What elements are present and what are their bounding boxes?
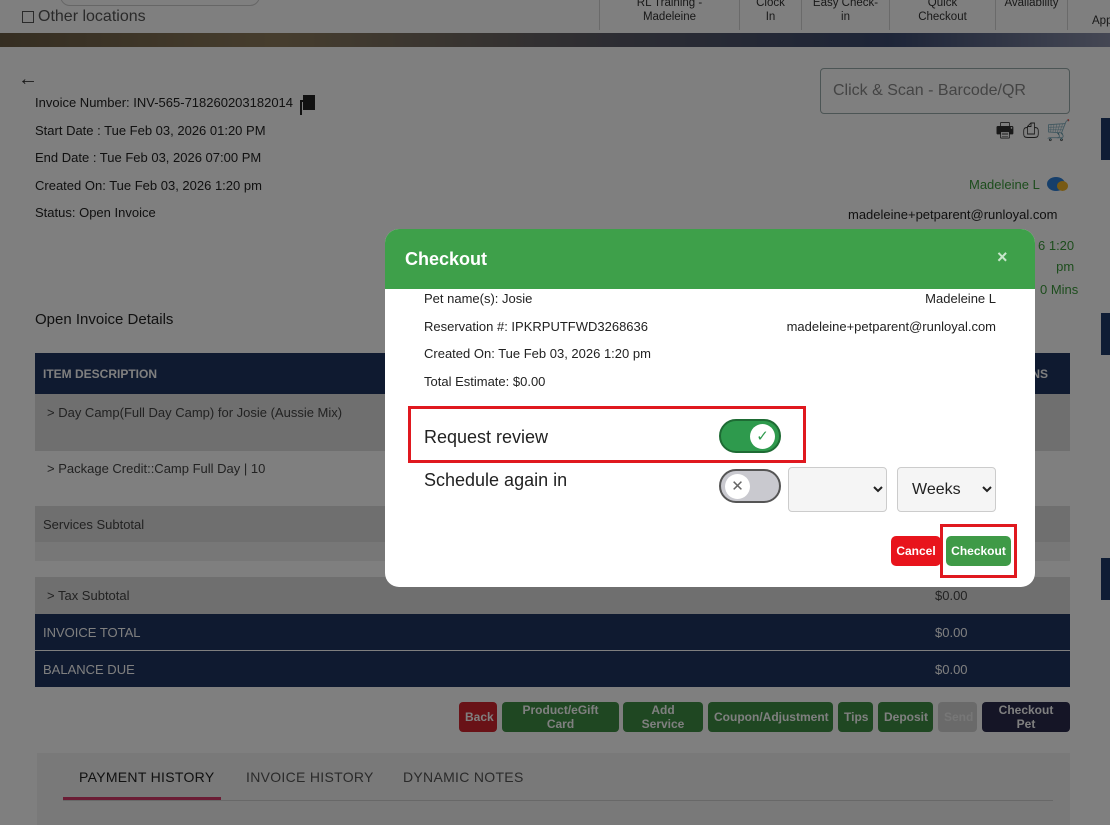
modal-created-on: Created On: Tue Feb 03, 2026 1:20 pm — [424, 346, 651, 361]
cancel-button[interactable]: Cancel — [891, 536, 941, 566]
modal-customer-name: Madeleine L — [925, 291, 996, 306]
schedule-again-toggle[interactable]: ✕ — [719, 469, 781, 503]
reservation-number: Reservation #: IPKRPUTFWD3268636 — [424, 319, 648, 334]
request-review-toggle[interactable]: ✓ — [719, 419, 781, 453]
request-review-label: Request review — [424, 427, 549, 447]
schedule-unit-select[interactable]: Weeks — [897, 467, 996, 512]
schedule-again-label: Schedule again in — [424, 470, 568, 490]
total-estimate: Total Estimate: $0.00 — [424, 374, 546, 389]
checkout-modal: Checkout × Pet name(s): Josie Reservatio… — [385, 229, 1035, 587]
modal-customer-email: madeleine+petparent@runloyal.com — [786, 319, 996, 334]
pet-names: Pet name(s): Josie — [424, 291, 533, 306]
modal-header: Checkout × — [385, 229, 1035, 289]
x-icon: ✕ — [725, 474, 750, 499]
schedule-amount-select[interactable] — [788, 467, 887, 512]
modal-title: Checkout — [405, 249, 488, 269]
checkout-button[interactable]: Checkout — [946, 536, 1011, 566]
check-icon: ✓ — [750, 424, 775, 449]
close-icon[interactable]: × — [997, 247, 1008, 268]
